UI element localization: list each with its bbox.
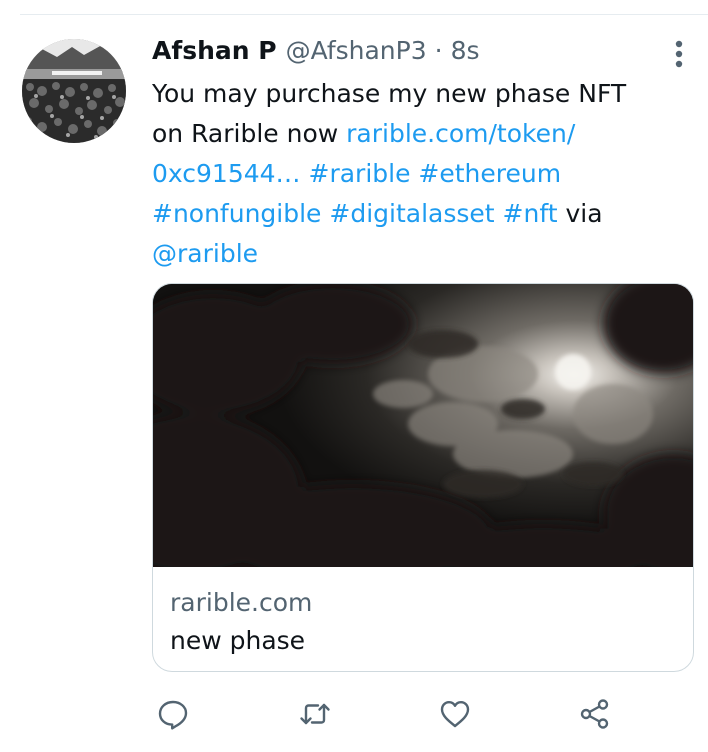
tweet-text-line: on Rarible now rarible.com/token/ (152, 114, 672, 154)
tweet-text-line: 0xc91544… #rarible #ethereum (152, 154, 672, 194)
timestamp[interactable]: 8s (451, 33, 480, 69)
user-handle[interactable]: @AfshanP3 (286, 33, 427, 69)
link-preview-card[interactable]: rarible.com new phase (152, 283, 694, 672)
url-link-continued[interactable]: 0xc91544… (152, 159, 301, 188)
more-vertical-icon[interactable] (668, 38, 690, 74)
like-icon[interactable] (438, 697, 472, 731)
retweet-icon[interactable] (298, 697, 332, 731)
tweet-text-line: @rarible (152, 234, 672, 274)
tweet-text-segment: You may purchase my new phase NFT (152, 79, 627, 108)
hashtag-digitalasset[interactable]: #digitalasset (329, 199, 494, 228)
tweet-text: You may purchase my new phase NFT on Rar… (152, 74, 672, 274)
card-title: new phase (170, 626, 306, 655)
hashtag-ethereum[interactable]: #ethereum (418, 159, 561, 188)
tweet-header: Afshan P @AfshanP3 · 8s (152, 33, 480, 69)
tweet-text-line: You may purchase my new phase NFT (152, 74, 672, 114)
avatar[interactable] (22, 39, 126, 143)
tweet-view: Afshan P @AfshanP3 · 8s You may purchase… (0, 0, 708, 752)
card-domain: rarible.com (170, 588, 313, 617)
separator-dot: · (434, 36, 443, 65)
card-image[interactable] (153, 284, 693, 567)
avatar-image (22, 39, 126, 143)
share-icon[interactable] (578, 697, 612, 731)
hashtag-rarible[interactable]: #rarible (309, 159, 411, 188)
hashtag-nonfungible[interactable]: #nonfungible (152, 199, 321, 228)
url-link[interactable]: rarible.com/token/ (346, 119, 575, 148)
reply-icon[interactable] (156, 697, 190, 731)
mention-rarible[interactable]: @rarible (152, 239, 258, 268)
tweet-text-segment: on Rarible now (152, 119, 347, 148)
divider (20, 14, 708, 15)
tweet-text-segment: via (557, 199, 603, 228)
tweet-text-line: #nonfungible #digitalasset #nft via (152, 194, 672, 234)
hashtag-nft[interactable]: #nft (503, 199, 558, 228)
display-name[interactable]: Afshan P (152, 33, 277, 69)
